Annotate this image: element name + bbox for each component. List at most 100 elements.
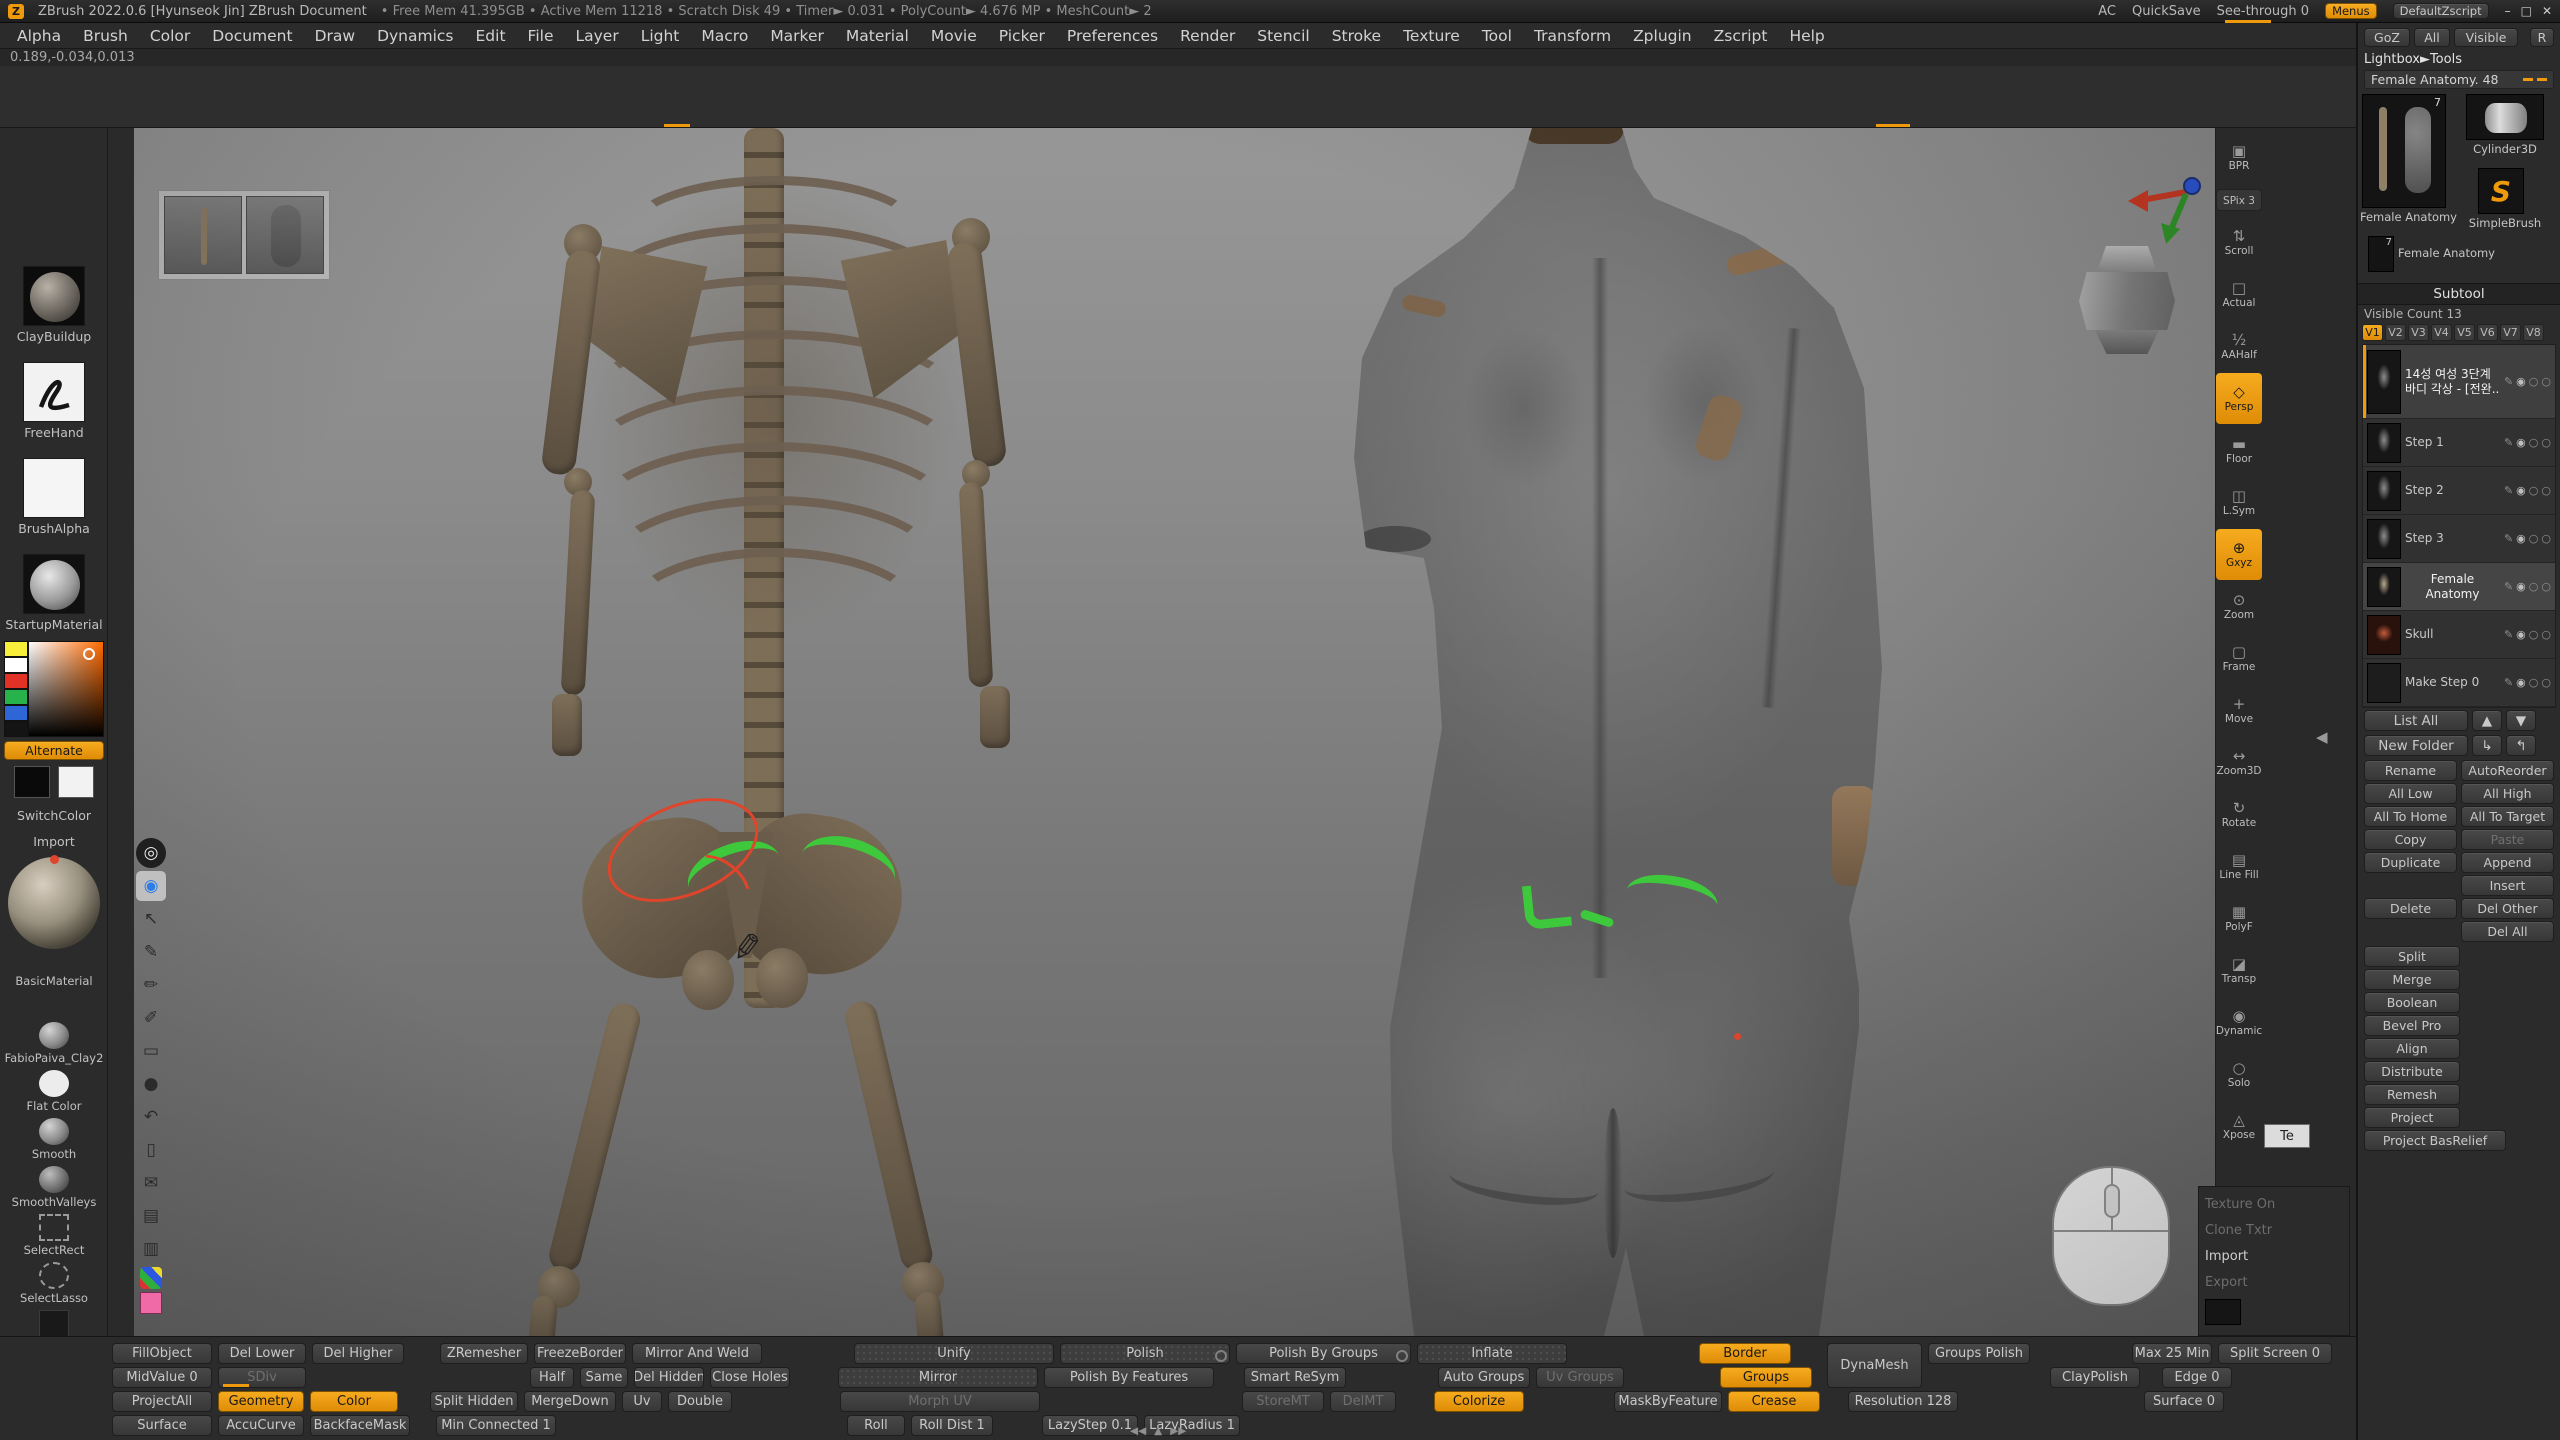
right-shelf-button[interactable]: ◪ Transp [2216,945,2262,996]
subtool-row[interactable]: Skull ✎ ◉ ○ ○ [2363,611,2555,659]
palette-item[interactable]: Smooth [0,1118,108,1166]
subtool-toggle-icon[interactable]: ○ [2541,375,2551,388]
subtool-row[interactable]: 14성 여성 3단계 바디 각상 - [전완.. ✎ ◉ ○ ○ [2363,345,2555,419]
tool-thumb-female-anatomy[interactable]: 7 [2362,94,2446,208]
subtool-eye-icon[interactable]: ◉ [2516,628,2526,641]
bottom-tray-button[interactable]: Split Screen 0 [2218,1343,2332,1364]
subtool-eye-icon[interactable]: ◉ [2516,580,2526,593]
tray-scroll-widget[interactable]: ◀◀ ▲ ▶▶ [1130,1425,1186,1437]
palette-item[interactable]: BasicMaterial [0,974,108,1022]
white-swatch[interactable] [58,766,94,798]
alpha-brushalpha[interactable]: BrushAlpha [0,458,108,536]
subtool-action-button[interactable]: Del All [2461,921,2554,942]
subtool-toggle-icon[interactable]: ○ [2529,484,2539,497]
subtool-section-header[interactable]: Subtool [2358,283,2560,305]
right-shelf-button[interactable]: ▣ BPR [2216,132,2262,183]
subtool-toggle-icon[interactable]: ○ [2541,628,2551,641]
menu-item[interactable]: Color [139,23,201,48]
scroll-up-icon[interactable]: ▲ [1154,1425,1162,1437]
version-tab[interactable]: V5 [2454,324,2475,341]
subtool-action-button[interactable]: Paste [2461,829,2554,850]
subtool-row[interactable]: Make Step 0 ✎ ◉ ○ ○ [2363,659,2555,707]
bottom-tray-button[interactable]: LazyStep 0.1 [1042,1415,1138,1436]
menu-item[interactable]: Stencil [1246,23,1320,48]
menu-item[interactable]: Material [835,23,920,48]
color-swatch[interactable] [4,641,28,657]
color-swatch[interactable] [4,673,28,689]
subtool-eye-icon[interactable]: ◉ [2516,676,2526,689]
menu-item[interactable]: File [517,23,565,48]
color-picker[interactable] [4,641,104,737]
subtool-toggle-icon[interactable]: ○ [2541,436,2551,449]
reference-thumb-skeleton[interactable] [164,196,242,274]
bottom-tray-button[interactable]: Uv [622,1391,662,1412]
annotation-tool-icon[interactable]: ↶ [136,1102,166,1132]
subtool-action-button[interactable]: All To Home [2364,806,2457,827]
subtool-toggle-icon[interactable]: ○ [2529,580,2539,593]
bottom-tray-button[interactable]: Auto Groups [1438,1367,1530,1388]
version-tab[interactable]: V8 [2523,324,2544,341]
palette-item[interactable]: FabioPaiva_Clay2 [0,1022,108,1070]
subtool-action-button[interactable]: Duplicate [2364,852,2457,873]
menu-item[interactable]: Macro [690,23,759,48]
subtool-eye-icon[interactable]: ◉ [2516,436,2526,449]
annotation-tool-icon[interactable]: ▥ [136,1234,166,1264]
menu-item[interactable]: Brush [72,23,139,48]
right-shelf-button[interactable]: ▤ Line Fill [2216,841,2262,892]
brush-claybuildup[interactable]: ClayBuildup [0,266,108,344]
annotation-tool-icon[interactable]: ◉ [136,871,166,901]
quicksave-button[interactable]: QuickSave [2132,4,2201,19]
bottom-tray-button[interactable]: Surface 0 [2144,1391,2224,1412]
subtool-brush-icon[interactable]: ✎ [2504,628,2513,641]
menu-item[interactable]: Tool [1471,23,1523,48]
color-swatch[interactable] [4,689,28,705]
bottom-tray-button[interactable]: Groups Polish [1928,1343,2030,1364]
bottom-tray-button[interactable]: Roll [847,1415,905,1436]
subtool-op-button[interactable]: Remesh [2364,1084,2460,1105]
import-color-button[interactable]: Import [0,834,108,849]
palette-item[interactable]: SelectLasso [0,1262,108,1310]
right-shelf-button[interactable]: ◬ Xpose [2216,1101,2262,1152]
close-icon[interactable]: ✕ [2542,4,2552,18]
annotation-tool-icon[interactable]: ◎ [136,838,166,868]
subtool-brush-icon[interactable]: ✎ [2504,484,2513,497]
right-shelf-button[interactable]: SPix 3 [2216,189,2262,211]
bottom-tray-button[interactable]: Color [310,1391,398,1412]
subtool-op-button[interactable]: Boolean [2364,992,2460,1013]
bottom-tray-button[interactable]: FillObject [112,1343,212,1364]
menu-item[interactable]: Zplugin [1622,23,1703,48]
bottom-tray-button[interactable]: Surface [112,1415,212,1436]
subtool-brush-icon[interactable]: ✎ [2504,436,2513,449]
subtool-toggle-icon[interactable]: ○ [2529,436,2539,449]
annotation-tool-icon[interactable]: ● [136,1069,166,1099]
annotation-tool-icon[interactable]: ▦ [140,1267,162,1289]
bottom-tray-button[interactable]: BackfaceMask [310,1415,410,1436]
bottom-tray-button[interactable]: Groups [1720,1367,1812,1388]
bottom-tray-button[interactable]: Same [580,1367,628,1388]
version-tab[interactable]: V3 [2408,324,2429,341]
axis-gizmo[interactable] [2124,166,2208,252]
menu-item[interactable]: Preferences [1056,23,1169,48]
subtool-toggle-icon[interactable]: ○ [2541,532,2551,545]
subtool-op-button[interactable]: Split [2364,946,2460,967]
annotation-tool-icon[interactable]: ▭ [136,1036,166,1066]
color-swatch[interactable] [4,721,28,737]
right-shelf-button[interactable]: ▬ Floor [2216,425,2262,476]
bottom-tray-button[interactable]: Crease [1728,1391,1820,1412]
menu-item[interactable]: Picker [988,23,1056,48]
bottom-tray-button[interactable]: Half [530,1367,574,1388]
bottom-tray-button[interactable]: StoreMT [1242,1391,1324,1412]
subtool-toggle-icon[interactable]: ○ [2529,532,2539,545]
move-into-folder-button[interactable]: ↳ [2472,735,2502,756]
bottom-tray-button[interactable]: SDiv [218,1367,306,1388]
annotation-tool-icon[interactable]: ✐ [136,1003,166,1033]
subtool-op-button[interactable]: Project [2364,1107,2460,1128]
palette-item[interactable]: SelectRect [0,1214,108,1262]
subtool-toggle-icon[interactable]: ○ [2529,676,2539,689]
switch-color-button[interactable]: SwitchColor [0,808,108,823]
menu-item[interactable]: Stroke [1321,23,1392,48]
bottom-tray-button[interactable]: DelMT [1330,1391,1396,1412]
palette-breadcrumb[interactable]: Lightbox►Tools [2364,52,2554,67]
annotation-tool-icon[interactable]: ✉ [136,1168,166,1198]
menu-item[interactable]: Marker [759,23,835,48]
